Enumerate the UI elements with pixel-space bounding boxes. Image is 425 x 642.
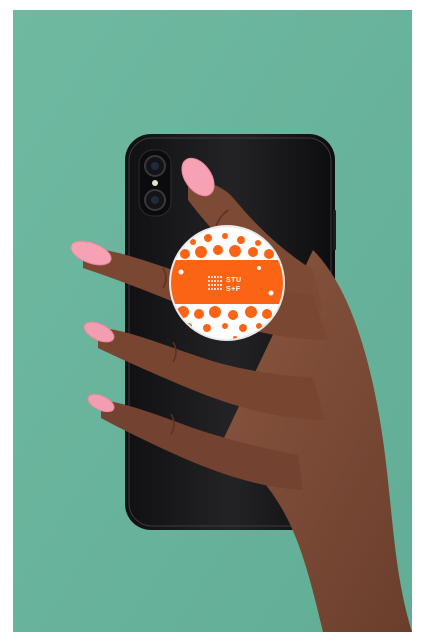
photo-illustration: STU S+F — [13, 10, 412, 632]
image-frame: STU S+F — [0, 0, 425, 642]
brand-line-2: S+F — [226, 286, 241, 293]
product-photo: STU S+F — [13, 10, 412, 632]
brand-line-1: STU — [226, 277, 242, 284]
